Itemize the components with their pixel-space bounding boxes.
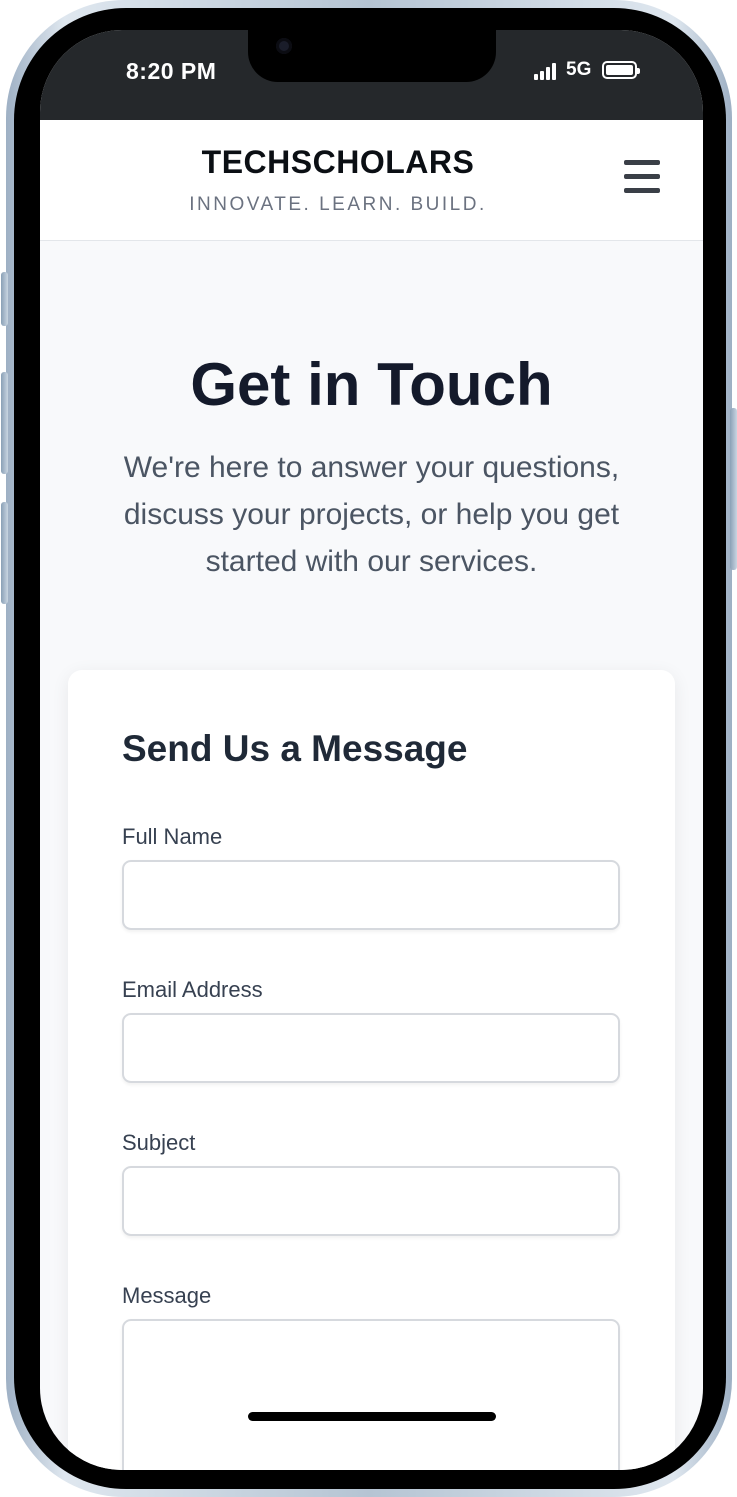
brand-tagline: INNOVATE. LEARN. BUILD.	[189, 194, 487, 215]
subject-label: Subject	[122, 1130, 196, 1155]
volume-down-button	[1, 502, 8, 604]
hamburger-menu-icon[interactable]	[624, 160, 660, 196]
front-camera	[276, 38, 292, 54]
screen: 8:20 PM 5G TECHSCHOLARS INNOVATE. LEARN.…	[40, 30, 703, 1470]
contact-form-card: Send Us a Message Full Name Email Addres…	[68, 670, 675, 1470]
cellular-signal-icon	[534, 62, 560, 80]
form-title: Send Us a Message	[122, 728, 468, 769]
email-input[interactable]	[122, 1013, 620, 1083]
status-bar: 8:20 PM 5G	[40, 30, 703, 120]
network-type: 5G	[566, 59, 592, 80]
home-indicator[interactable]	[248, 1412, 496, 1421]
page-description: We're here to answer your questions, dis…	[123, 451, 620, 578]
status-time: 8:20 PM	[126, 58, 217, 84]
full-name-input[interactable]	[122, 860, 620, 930]
power-button	[730, 408, 737, 570]
full-name-label: Full Name	[122, 824, 223, 849]
volume-up-button	[1, 372, 8, 474]
page-title: Get in Touch	[190, 351, 553, 418]
notch	[248, 30, 496, 82]
message-textarea[interactable]	[122, 1319, 620, 1470]
email-label: Email Address	[122, 977, 263, 1002]
brand-logo[interactable]: TECHSCHOLARS	[40, 144, 636, 181]
battery-icon	[602, 61, 640, 79]
subject-input[interactable]	[122, 1166, 620, 1236]
site-header: TECHSCHOLARS INNOVATE. LEARN. BUILD.	[40, 120, 703, 241]
message-label: Message	[122, 1283, 212, 1308]
silent-switch	[1, 272, 8, 326]
